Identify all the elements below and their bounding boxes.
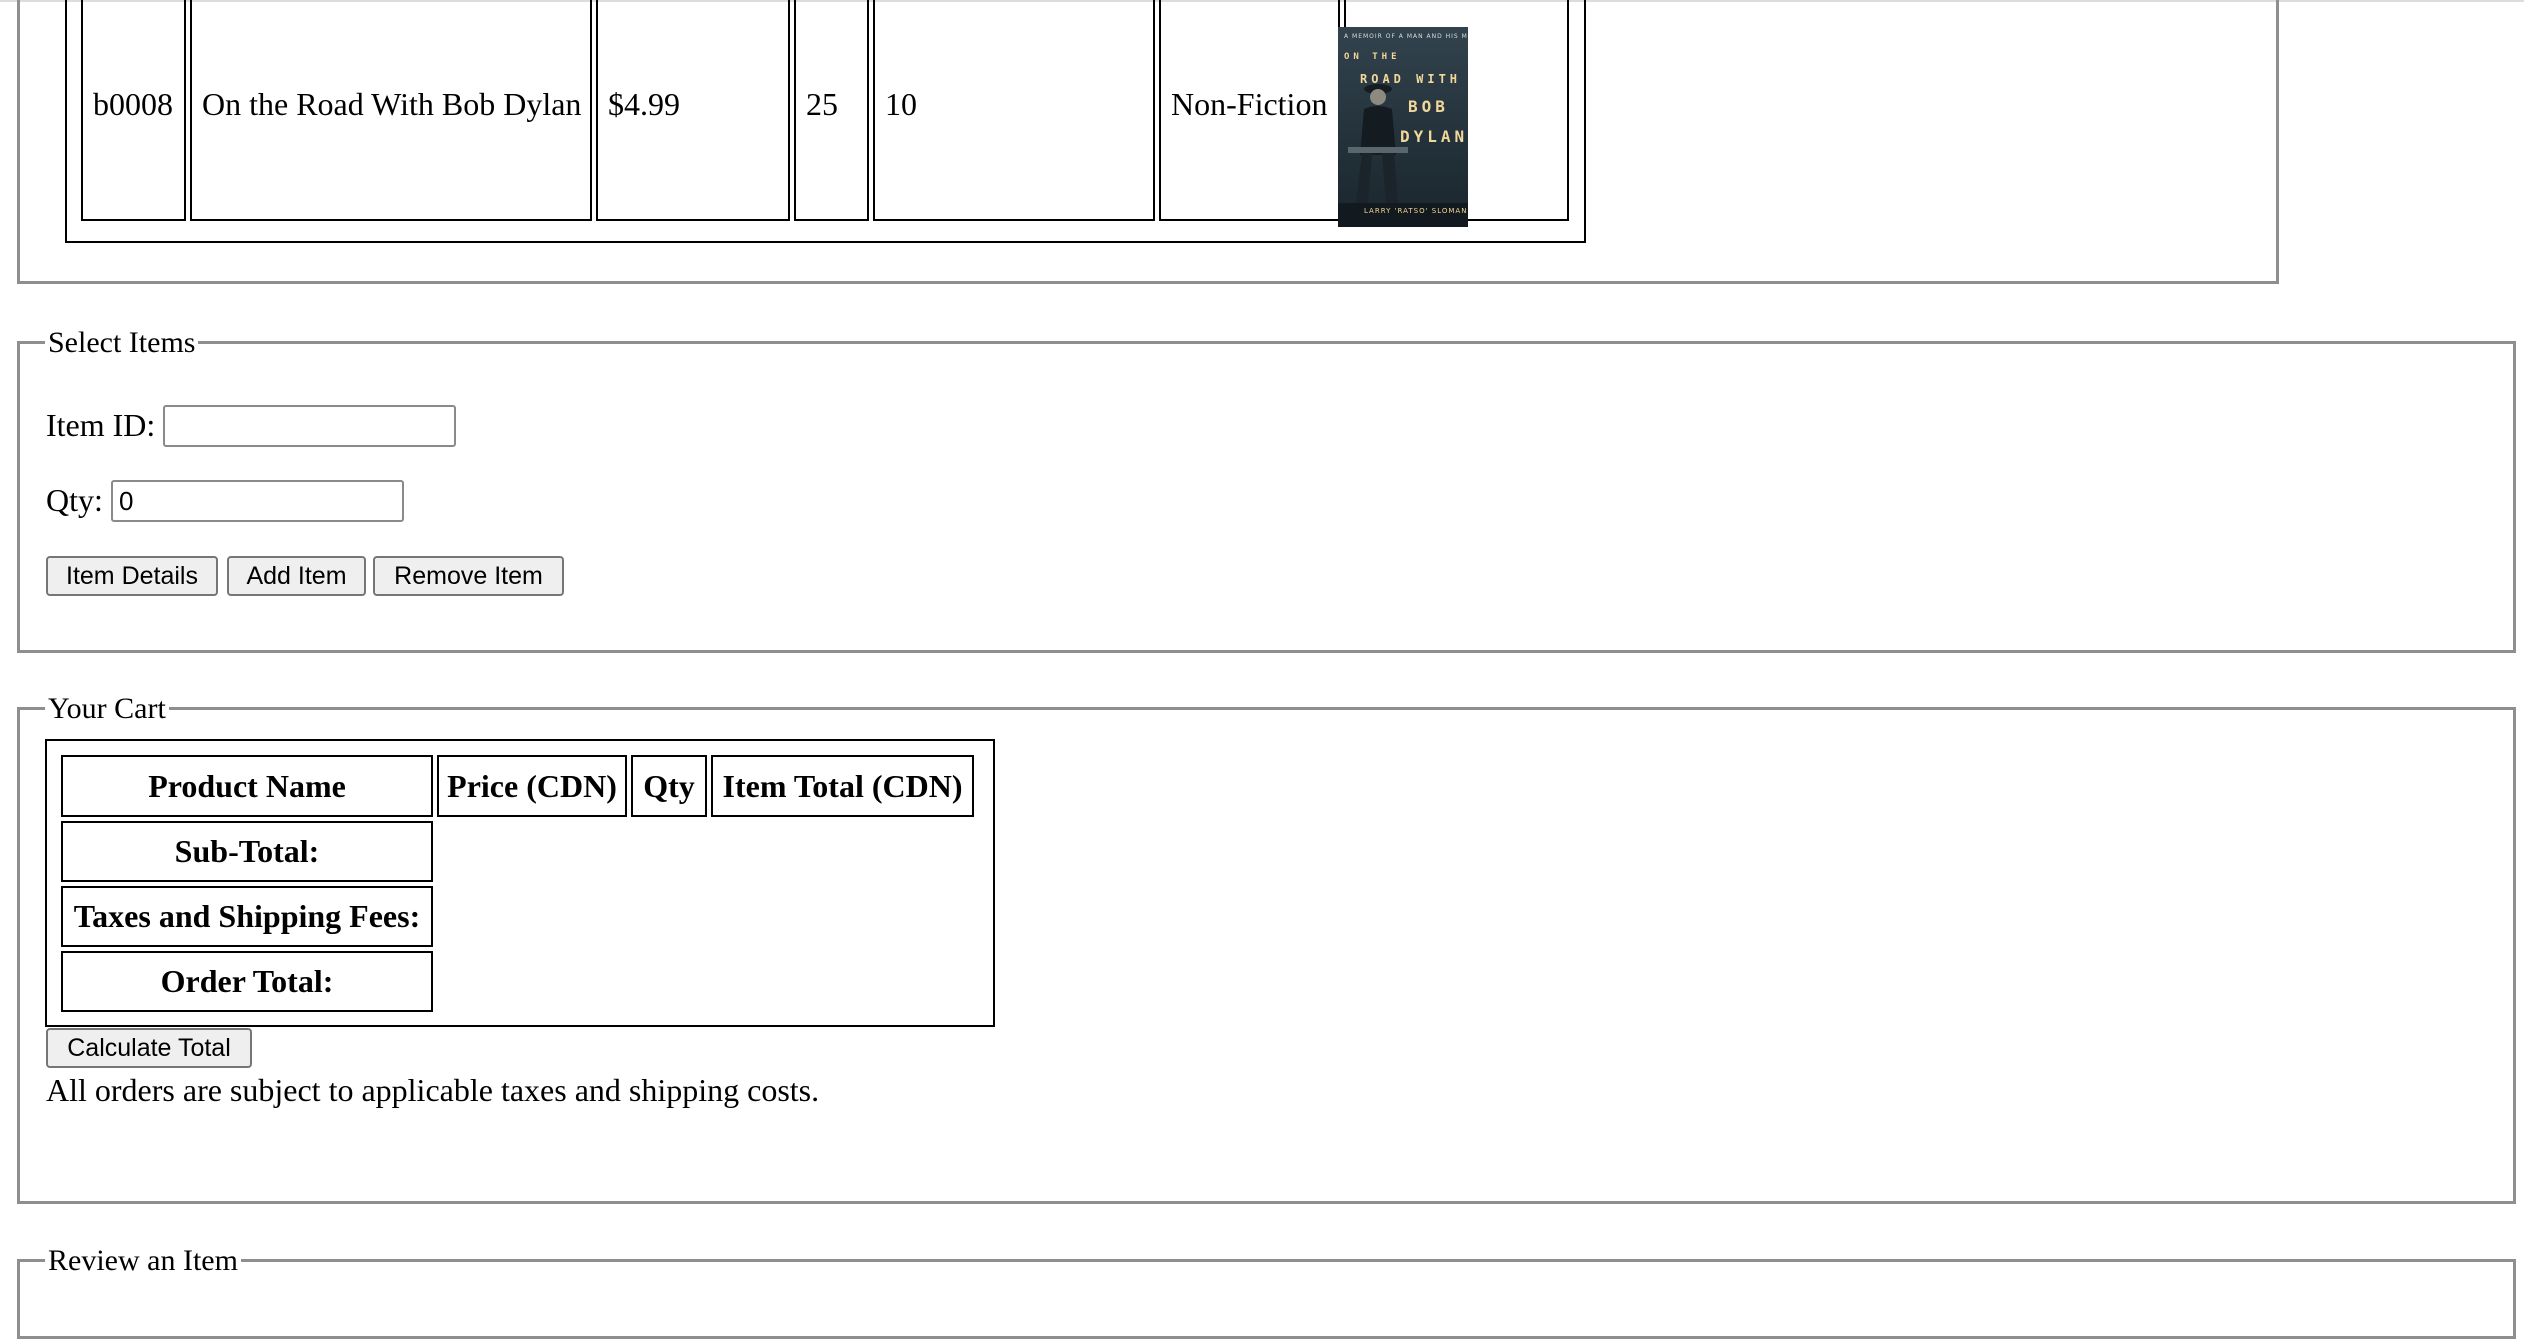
review-item-legend: Review an Item [45,1244,241,1278]
cart-taxes-label: Taxes and Shipping Fees: [61,886,433,947]
remove-item-button[interactable]: Remove Item [373,556,564,596]
item-details-button[interactable]: Item Details [46,556,218,596]
cart-header-qty: Qty [631,755,707,817]
review-item-fieldset [17,1259,2516,1339]
item-category-cell: Non-Fiction [1159,0,1340,221]
qty-label: Qty: [46,482,103,518]
item-id-label: Item ID: [46,407,156,443]
cart-header-product-name: Product Name [61,755,433,817]
select-items-legend: Select Items [45,326,199,360]
cart-order-total-label: Order Total: [61,951,433,1012]
item-id-cell: b0008 [81,0,186,221]
item-quantity-cell: 10 [873,0,1155,221]
cart-header-price: Price (CDN) [437,755,627,817]
book-cover-image: A MEMOIR OF A MAN AND HIS MUSIC ON THE R… [1338,27,1468,227]
cart-subtotal-label: Sub-Total: [61,821,433,882]
qty-input[interactable]: 0 [111,480,404,522]
item-id-input[interactable] [163,405,456,447]
your-cart-legend: Your Cart [45,692,169,726]
cart-table: Product Name Price (CDN) Qty Item Total … [45,739,995,1027]
add-item-button[interactable]: Add Item [227,556,366,596]
cover-author: LARRY 'RATSO' SLOMAN [1364,207,1468,215]
cart-header-item-total: Item Total (CDN) [711,755,974,817]
item-title-cell: On the Road With Bob Dylan [190,0,592,221]
calculate-total-button[interactable]: Calculate Total [46,1028,252,1068]
inventory-fieldset: b0008 On the Road With Bob Dylan $4.99 2… [17,0,2279,284]
cart-note: All orders are subject to applicable tax… [46,1072,820,1108]
cover-figure-illustration [1338,84,1468,227]
item-price-cell: $4.99 [596,0,790,221]
item-stock-cell: 25 [794,0,869,221]
